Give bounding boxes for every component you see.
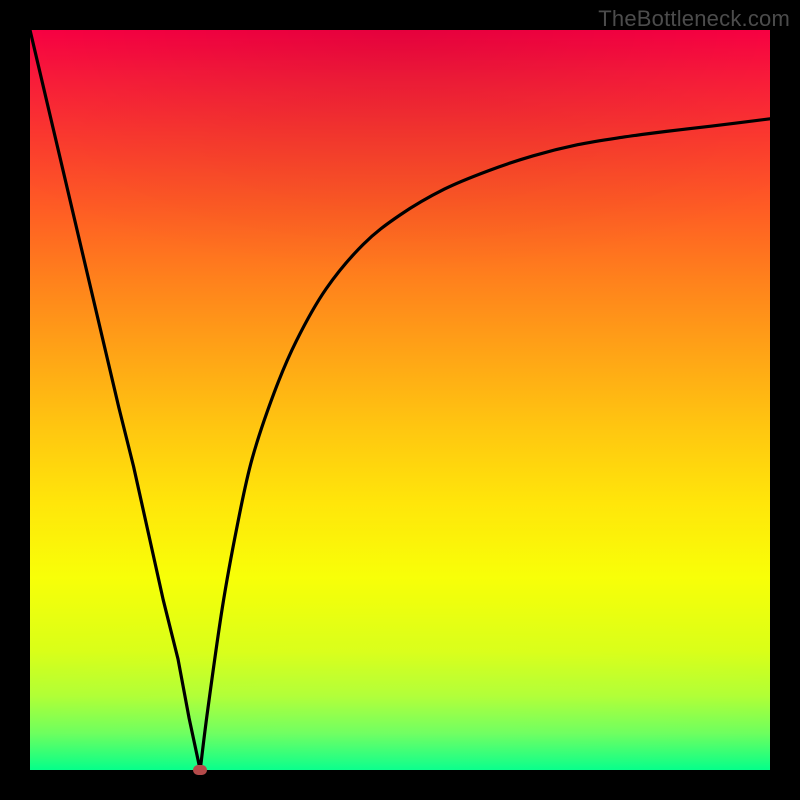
bottleneck-curve [30, 30, 770, 770]
curve-path [30, 30, 770, 770]
chart-frame: TheBottleneck.com [0, 0, 800, 800]
minimum-marker [193, 765, 207, 775]
watermark-text: TheBottleneck.com [598, 6, 790, 32]
